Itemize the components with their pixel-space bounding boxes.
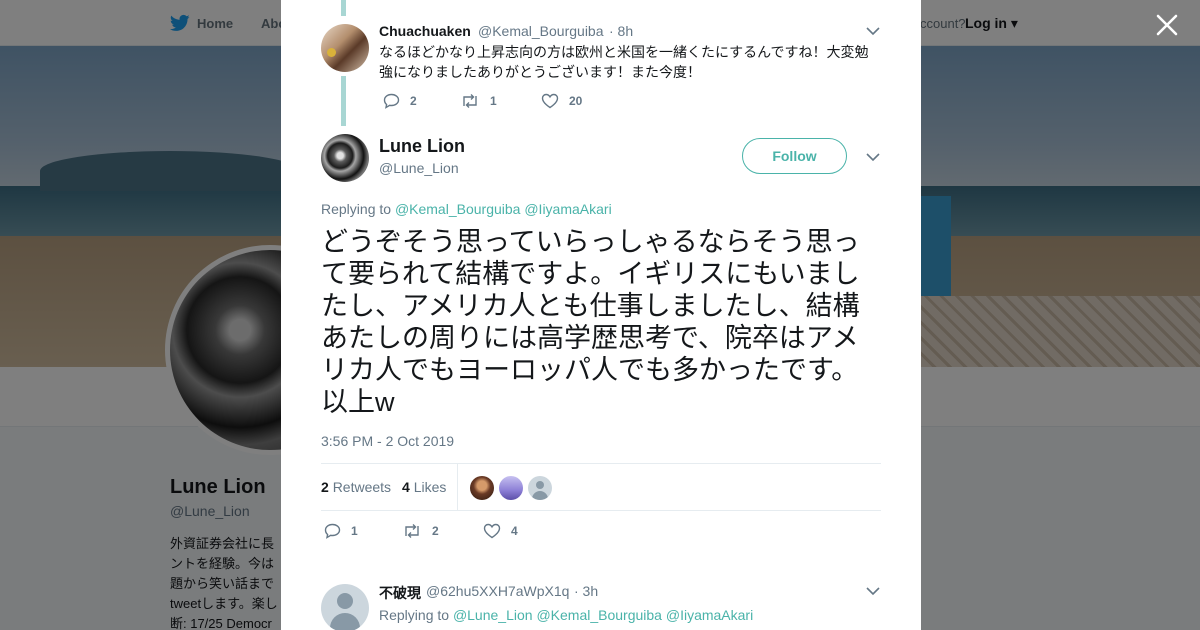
heart-icon bbox=[541, 93, 559, 109]
main-like-button[interactable]: 4 bbox=[483, 523, 518, 539]
tweet-stats: 2 Retweets 4 Likes bbox=[321, 463, 881, 511]
retweets-stat[interactable]: 2 Retweets bbox=[321, 479, 391, 495]
retweets-stat-count: 2 bbox=[321, 479, 329, 495]
reply-icon bbox=[324, 523, 341, 539]
parent-reply-button[interactable]: 2 bbox=[383, 93, 417, 109]
follow-button[interactable]: Follow bbox=[742, 138, 847, 174]
main-like-count: 4 bbox=[511, 524, 518, 538]
default-avatar-body bbox=[330, 613, 360, 630]
parent-tweet-time[interactable]: · 8h bbox=[609, 23, 633, 39]
main-retweet-count: 2 bbox=[432, 524, 439, 538]
main-tweet-author-name[interactable]: Lune Lion bbox=[379, 136, 465, 157]
main-tweet-text: どうぞそう思っていらっしゃるならそう思って要られて結構ですよ。イギリスにもいまし… bbox=[321, 227, 860, 417]
parent-reply-count: 2 bbox=[410, 94, 417, 108]
reply-tweet-time[interactable]: · 3h bbox=[574, 583, 598, 599]
parent-tweet-text: なるほどかなり上昇志向の方は欧州と米国を一緒くたにするんですね！大変勉強になりま… bbox=[379, 44, 869, 80]
replying-to-label: Replying to bbox=[321, 201, 392, 217]
close-icon[interactable] bbox=[1154, 12, 1180, 38]
stats-divider bbox=[457, 464, 458, 510]
parent-tweet-author-name[interactable]: Chuachuaken bbox=[379, 23, 471, 39]
main-tweet-author-handle[interactable]: @Lune_Lion bbox=[379, 160, 459, 176]
retweets-stat-label: Retweets bbox=[332, 479, 392, 495]
parent-like-button[interactable]: 20 bbox=[541, 93, 582, 109]
mention-link[interactable]: @Kemal_Bourguiba bbox=[395, 201, 521, 217]
retweet-icon bbox=[463, 94, 477, 108]
likes-stat-count: 4 bbox=[402, 479, 410, 495]
main-tweet-timestamp[interactable]: 3:56 PM - 2 Oct 2019 bbox=[321, 433, 454, 449]
reply-tweet-replying-to: Replying to @Lune_Lion @Kemal_Bourguiba … bbox=[379, 607, 753, 623]
main-reply-button[interactable]: 1 bbox=[324, 523, 358, 539]
liker-avatar[interactable] bbox=[470, 476, 494, 500]
thread-line bbox=[341, 76, 346, 126]
parent-tweet-avatar[interactable] bbox=[321, 24, 369, 72]
parent-tweet-author-handle[interactable]: @Kemal_Bourguiba bbox=[478, 23, 604, 39]
mention-link[interactable]: @Kemal_Bourguiba bbox=[536, 607, 662, 623]
chevron-down-icon[interactable] bbox=[866, 152, 880, 162]
chevron-down-icon[interactable] bbox=[866, 26, 880, 36]
main-retweet-button[interactable]: 2 bbox=[402, 523, 439, 539]
parent-retweet-button[interactable]: 1 bbox=[460, 93, 497, 109]
reply-tweet-author-name[interactable]: 不破現 bbox=[379, 583, 421, 603]
heart-icon bbox=[483, 523, 501, 539]
main-tweet-avatar[interactable] bbox=[321, 134, 369, 182]
mention-link[interactable]: @IiyamaAkari bbox=[524, 201, 611, 217]
replying-to-label: Replying to bbox=[379, 607, 450, 623]
liker-avatar[interactable] bbox=[499, 476, 523, 500]
reply-tweet-author-handle[interactable]: @62hu5XXH7aWpX1q bbox=[426, 583, 569, 599]
liker-avatar[interactable] bbox=[528, 476, 552, 500]
mention-link[interactable]: @Lune_Lion bbox=[453, 607, 533, 623]
reply-icon bbox=[383, 93, 400, 109]
chevron-down-icon[interactable] bbox=[866, 586, 880, 596]
default-avatar-head bbox=[337, 593, 353, 609]
reply-tweet-avatar[interactable] bbox=[321, 584, 369, 630]
thread-line bbox=[341, 0, 346, 16]
likes-stat-label: Likes bbox=[413, 479, 447, 495]
parent-retweet-count: 1 bbox=[490, 94, 497, 108]
parent-like-count: 20 bbox=[569, 94, 583, 108]
main-tweet-replying-to: Replying to @Kemal_Bourguiba @IiyamaAkar… bbox=[321, 201, 612, 217]
mention-link[interactable]: @IiyamaAkari bbox=[666, 607, 753, 623]
likes-stat[interactable]: 4 Likes bbox=[402, 479, 446, 495]
main-reply-count: 1 bbox=[351, 524, 358, 538]
retweet-icon bbox=[405, 524, 419, 538]
